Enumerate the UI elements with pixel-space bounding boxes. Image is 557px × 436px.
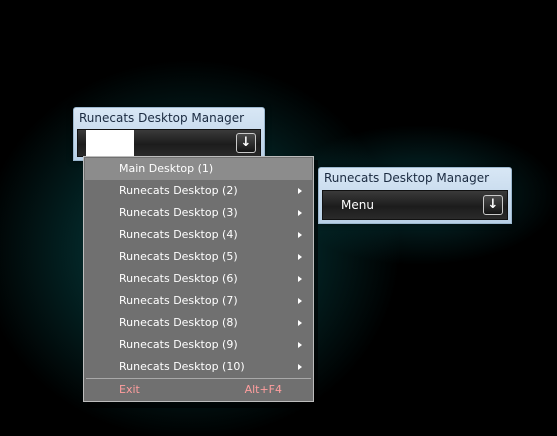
submenu-arrow-icon [298, 188, 302, 194]
submenu-arrow-icon [298, 298, 302, 304]
submenu-arrow-icon [298, 364, 302, 370]
desktop-manager-widget-secondary: Runecats Desktop Manager Menu ↓ [318, 167, 512, 224]
widget-title: Runecats Desktop Manager [79, 111, 245, 125]
menu-item-desktop-5[interactable]: Runecats Desktop (5) [85, 246, 312, 268]
menu-item-label: Runecats Desktop (6) [119, 272, 238, 285]
submenu-arrow-icon [298, 342, 302, 348]
menu-item-label: Main Desktop (1) [119, 162, 214, 175]
menu-item-label: Runecats Desktop (3) [119, 206, 238, 219]
menu-item-desktop-8[interactable]: Runecats Desktop (8) [85, 312, 312, 334]
menu-item-label: Runecats Desktop (7) [119, 294, 238, 307]
menu-item-desktop-9[interactable]: Runecats Desktop (9) [85, 334, 312, 356]
desktop-context-menu: Main Desktop (1) Runecats Desktop (2) Ru… [83, 156, 314, 402]
menu-item-desktop-4[interactable]: Runecats Desktop (4) [85, 224, 312, 246]
submenu-arrow-icon [298, 254, 302, 260]
submenu-arrow-icon [298, 320, 302, 326]
dropdown-button[interactable]: ↓ [236, 133, 256, 153]
submenu-arrow-icon [298, 232, 302, 238]
widget-title: Runecats Desktop Manager [324, 171, 490, 185]
menu-item-desktop-7[interactable]: Runecats Desktop (7) [85, 290, 312, 312]
menu-item-desktop-6[interactable]: Runecats Desktop (6) [85, 268, 312, 290]
desktop-selector-bar[interactable]: ↓ [77, 129, 261, 157]
desktop-manager-widget: Runecats Desktop Manager ↓ [73, 107, 265, 161]
menu-item-label: Runecats Desktop (9) [119, 338, 238, 351]
menu-bar[interactable]: Menu ↓ [322, 190, 508, 220]
menu-item-label: Runecats Desktop (4) [119, 228, 238, 241]
menu-item-desktop-3[interactable]: Runecats Desktop (3) [85, 202, 312, 224]
menu-item-desktop-10[interactable]: Runecats Desktop (10) [85, 356, 312, 378]
menu-label: Menu [341, 198, 374, 212]
menu-item-label: Runecats Desktop (10) [119, 360, 245, 373]
download-arrow-icon: ↓ [487, 197, 499, 212]
menu-item-desktop-2[interactable]: Runecats Desktop (2) [85, 180, 312, 202]
menu-item-label: Runecats Desktop (2) [119, 184, 238, 197]
exit-label: Exit [119, 383, 140, 396]
submenu-arrow-icon [298, 210, 302, 216]
menu-item-label: Runecats Desktop (8) [119, 316, 238, 329]
download-arrow-icon: ↓ [240, 135, 252, 150]
menu-item-exit[interactable]: Exit Alt+F4 [85, 379, 312, 401]
menu-item-main-desktop[interactable]: Main Desktop (1) [85, 158, 312, 180]
menu-dropdown-button[interactable]: ↓ [483, 195, 503, 215]
exit-shortcut: Alt+F4 [244, 383, 282, 396]
submenu-arrow-icon [298, 276, 302, 282]
selected-desktop-field[interactable] [86, 130, 134, 156]
menu-item-label: Runecats Desktop (5) [119, 250, 238, 263]
